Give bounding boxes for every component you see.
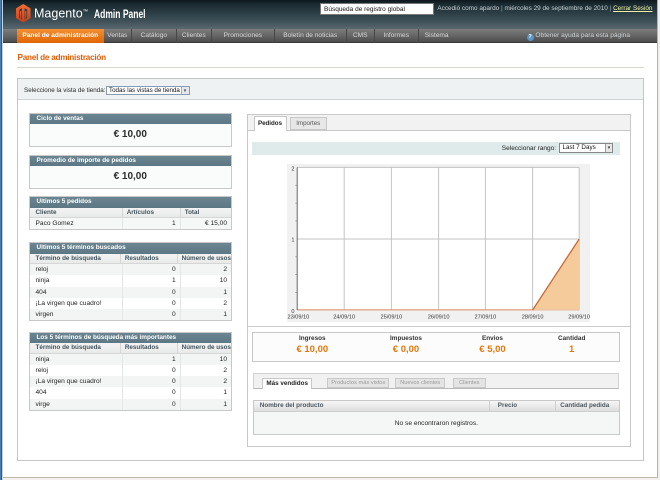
svg-text:24/09/10: 24/09/10 bbox=[333, 315, 355, 321]
svg-text:1: 1 bbox=[291, 238, 294, 244]
svg-text:25/09/10: 25/09/10 bbox=[380, 315, 402, 321]
svg-text:26/09/10: 26/09/10 bbox=[427, 315, 449, 321]
svg-text:2: 2 bbox=[291, 167, 294, 173]
svg-text:27/09/10: 27/09/10 bbox=[474, 315, 496, 321]
svg-text:28/09/10: 28/09/10 bbox=[521, 315, 543, 321]
svg-text:23/09/10: 23/09/10 bbox=[287, 315, 309, 321]
svg-text:29/09/10: 29/09/10 bbox=[568, 315, 590, 321]
